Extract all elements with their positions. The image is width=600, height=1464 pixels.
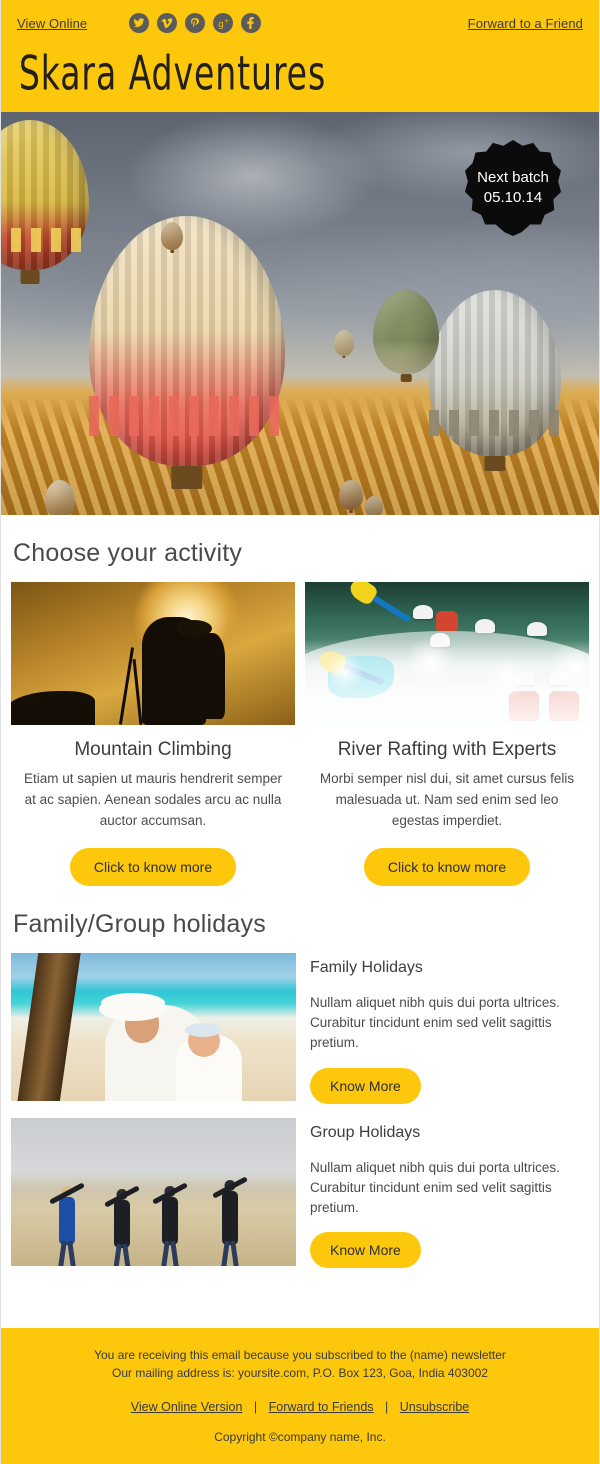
email-header: View Online g + Forward to a Friend Skar… (1, 0, 599, 125)
leg (58, 1240, 68, 1266)
holiday-row-group: Group Holidays Nullam aliquet nibh quis … (11, 1117, 589, 1283)
balloon-small-right (365, 496, 383, 515)
paddle (369, 593, 412, 623)
balloon-small-upper (161, 222, 183, 250)
person-jumping (221, 1190, 239, 1266)
family-know-more-button[interactable]: Know More (310, 1067, 421, 1104)
rock-silhouette (11, 691, 95, 725)
family-holidays-text: Family Holidays Nullam aliquet nibh quis… (306, 953, 589, 1104)
activity-title: River Rafting with Experts (337, 739, 557, 760)
balloon-checker (1, 228, 89, 252)
backpack-silhouette (181, 633, 226, 719)
activities-section: Choose your activity Mountain Climbing E… (1, 515, 599, 886)
climbing-photo (11, 582, 295, 725)
group-holidays-text: Group Holidays Nullam aliquet nibh quis … (306, 1118, 589, 1269)
holiday-title: Family Holidays (310, 958, 423, 976)
baby-hat (184, 1022, 221, 1037)
trekking-pole (132, 659, 143, 725)
badge-line-1: Next batch (477, 168, 549, 186)
activity-title: Mountain Climbing (74, 739, 232, 760)
footer-separator: | (385, 1400, 389, 1415)
activity-cta-wrap: Click to know more (11, 832, 295, 886)
leg (221, 1240, 230, 1266)
activity-card-climbing: Mountain Climbing Etiam ut sapien ut mau… (11, 582, 295, 886)
footer-unsubscribe-link[interactable]: Unsubscribe (400, 1400, 469, 1414)
badge-line-2: 05.10.14 (483, 189, 543, 206)
holidays-heading: Family/Group holidays (13, 909, 266, 938)
balloon-green (373, 290, 439, 374)
whitewater-foam (305, 630, 589, 725)
leg (230, 1240, 239, 1266)
holiday-title: Group Holidays (310, 1123, 421, 1141)
activity-card-rafting: River Rafting with Experts Morbi semper … (305, 582, 589, 886)
palm-trunk (15, 952, 83, 1101)
email-newsletter: View Online g + Forward to a Friend Skar… (0, 0, 600, 1464)
person-jumping (58, 1196, 77, 1266)
balloon-checker (89, 396, 285, 436)
balloon-small-left (45, 480, 75, 515)
footer-gap (1, 1282, 599, 1329)
activity-cta-wrap: Click to know more (305, 832, 589, 886)
activities-columns: Mountain Climbing Etiam ut sapien ut mau… (11, 582, 589, 886)
rafting-photo (305, 582, 589, 725)
footer-separator: | (253, 1400, 258, 1415)
family-photo (11, 952, 296, 1101)
rafting-know-more-button[interactable]: Click to know more (363, 847, 531, 886)
family-holidays-image[interactable] (11, 952, 296, 1101)
leg (112, 1243, 122, 1266)
svg-text:g: g (218, 19, 224, 29)
holiday-body: Nullam aliquet nibh quis dui porta ultri… (310, 994, 560, 1051)
leg (67, 1240, 77, 1266)
footer-copyright: Copyright ©company name, Inc. (214, 1430, 386, 1445)
activity-body: Morbi semper nisl dui, sit amet cursus f… (319, 771, 575, 828)
holidays-section: Family/Group holidays Family Holidays Nu… (1, 885, 599, 1283)
holiday-row-family: Family Holidays Nullam aliquet nibh quis… (11, 952, 589, 1118)
leg (121, 1243, 131, 1266)
footer-links: View Online Version | Forward to Friends… (21, 1382, 579, 1430)
person-jumping (112, 1199, 131, 1266)
climbing-know-more-button[interactable]: Click to know more (69, 847, 237, 886)
activity-body: Etiam ut sapien ut mauris hendrerit semp… (23, 771, 283, 828)
mountain-climbing-image[interactable] (11, 582, 295, 725)
footer-view-online-link[interactable]: View Online Version (131, 1400, 243, 1414)
group-holidays-image[interactable] (11, 1117, 296, 1266)
balloon-small-mid (339, 480, 363, 510)
life-vest (435, 610, 458, 631)
leg (161, 1240, 170, 1266)
brand-title: Skara Adventures (18, 46, 327, 102)
hat-silhouette (175, 620, 212, 637)
helmet (526, 622, 547, 637)
person-jumping (161, 1196, 179, 1266)
footer-subscription-note: You are receiving this email because you… (94, 1348, 506, 1363)
footer-mailing-address: Our mailing address is: yoursite.com, P.… (112, 1366, 488, 1381)
sun-hat (99, 996, 168, 1021)
river-rafting-image[interactable] (305, 582, 589, 725)
holiday-body: Nullam aliquet nibh quis dui porta ultri… (310, 1159, 560, 1216)
footer-forward-link[interactable]: Forward to Friends (269, 1400, 374, 1414)
svg-text:+: + (224, 17, 229, 24)
helmet (412, 604, 433, 619)
hero-banner: Next batch 05.10.14 (1, 112, 599, 515)
activities-heading: Choose your activity (13, 539, 243, 567)
group-photo (11, 1117, 296, 1266)
trekking-pole (118, 647, 134, 725)
email-footer: You are receiving this email because you… (1, 1328, 599, 1464)
group-know-more-button[interactable]: Know More (310, 1232, 421, 1269)
balloon-checker (429, 409, 561, 437)
balloon-small-sky (334, 330, 354, 356)
leg (170, 1240, 179, 1266)
